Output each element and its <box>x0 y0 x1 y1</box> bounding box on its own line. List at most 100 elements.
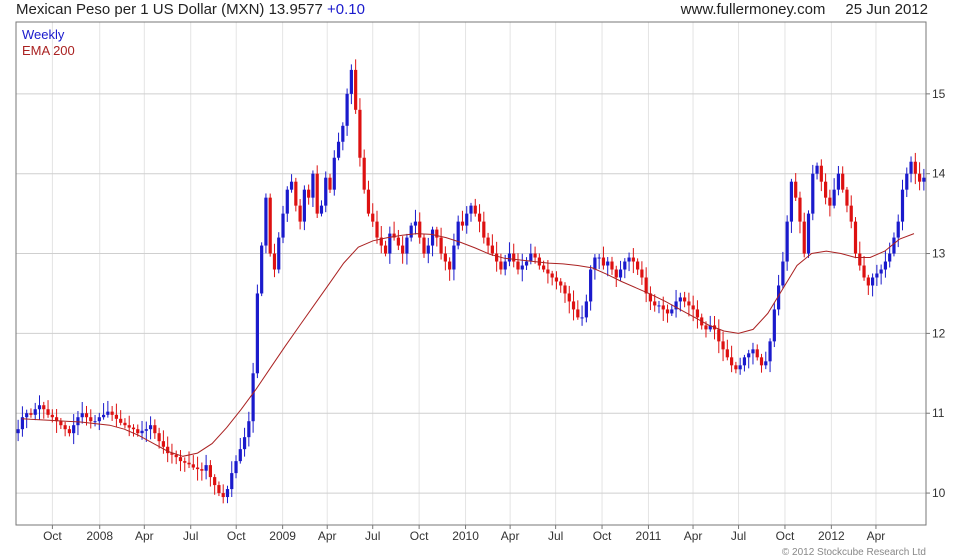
candle-body <box>721 341 725 350</box>
candle-body <box>768 341 772 362</box>
candle-body <box>260 245 264 294</box>
candle-body <box>178 457 183 462</box>
candle-body <box>405 237 409 254</box>
candle-body <box>401 245 405 254</box>
candle-body <box>490 245 494 254</box>
candle-body <box>46 409 50 415</box>
x-tick-label: Oct <box>776 529 795 543</box>
candle-body <box>341 125 345 142</box>
candle-body <box>230 473 234 490</box>
plot-frame <box>15 21 927 526</box>
candle-body <box>627 257 631 262</box>
candle-body <box>383 245 388 254</box>
candle-body <box>657 305 661 307</box>
candle-body <box>225 489 230 498</box>
candle-body <box>418 221 422 238</box>
candle-body <box>110 411 114 415</box>
candle-body <box>563 285 567 294</box>
candle-body <box>443 253 447 262</box>
candle-body <box>725 349 729 358</box>
candle-body <box>277 237 281 270</box>
candle-body <box>900 189 905 222</box>
candle-body <box>742 357 747 366</box>
candle-body <box>131 427 136 430</box>
candle-body <box>875 273 879 278</box>
candle-body <box>336 141 341 158</box>
candle-body <box>542 265 546 270</box>
candle-body <box>183 461 187 463</box>
candle-body <box>576 309 580 318</box>
x-tick-label: 2008 <box>86 529 113 543</box>
x-tick-label: 2012 <box>818 529 845 543</box>
candle-body <box>362 157 366 190</box>
candle-body <box>302 189 306 222</box>
candle-body <box>512 253 516 262</box>
candle-body <box>580 317 584 319</box>
candle-body <box>717 329 721 342</box>
x-tick-label: Oct <box>43 529 62 543</box>
candle-body <box>25 413 29 418</box>
x-tick-label: Oct <box>593 529 612 543</box>
x-tick-label: 2009 <box>269 529 296 543</box>
candle-body <box>670 309 674 314</box>
candle-body <box>644 277 648 294</box>
candle-body <box>516 261 520 270</box>
candle-body <box>678 297 682 302</box>
candle-body <box>529 253 533 262</box>
candle-body <box>892 237 896 254</box>
y-tick-label: 13 <box>932 247 946 261</box>
candle-body <box>482 221 486 238</box>
candle-body <box>905 173 909 190</box>
candle-body <box>452 245 456 270</box>
candle-body <box>255 293 259 374</box>
candle-body <box>691 305 695 310</box>
x-tick-label: 2011 <box>636 529 662 543</box>
candle-body <box>858 253 862 266</box>
candle-body <box>72 425 76 434</box>
candle-body <box>751 349 755 354</box>
candle-body <box>802 221 806 254</box>
candle-body <box>315 173 319 214</box>
x-tick-label: Oct <box>410 529 429 543</box>
candle-body <box>191 464 195 468</box>
candle-body <box>559 281 563 286</box>
candle-body <box>836 173 841 190</box>
candle-body <box>59 421 63 426</box>
x-tick-label: Apr <box>135 529 154 543</box>
candle-body <box>93 421 97 423</box>
candle-body <box>704 325 708 330</box>
candle-body <box>328 177 332 190</box>
candle-body <box>144 429 148 431</box>
candle-body <box>524 261 529 266</box>
candle-body <box>208 465 212 478</box>
candle-body <box>853 221 858 254</box>
candle-body <box>289 181 294 190</box>
candle-body <box>426 245 430 254</box>
candle-body <box>63 425 67 430</box>
candle-body <box>477 213 482 222</box>
candle-body <box>845 189 849 206</box>
candle-body <box>67 429 72 434</box>
candle-body <box>661 305 665 310</box>
candle-body <box>29 413 33 415</box>
x-tick-label: Jul <box>548 529 563 543</box>
candle-body <box>883 261 888 270</box>
candle-body <box>97 417 101 422</box>
candle-body <box>486 237 490 246</box>
candle-body <box>251 373 255 422</box>
candle-body <box>281 213 285 238</box>
candle-body <box>618 269 623 278</box>
candle-body <box>636 261 640 270</box>
candle-body <box>354 69 358 110</box>
candle-body <box>781 261 785 286</box>
x-tick-label: Jul <box>365 529 380 543</box>
candle-body <box>888 253 892 262</box>
candle-body <box>324 177 328 206</box>
candle-body <box>272 253 277 270</box>
candle-body <box>584 301 588 318</box>
candle-body <box>738 365 742 370</box>
candle-body <box>623 261 627 270</box>
candle-body <box>174 454 178 458</box>
candle-body <box>264 197 268 246</box>
candle-body <box>448 261 452 270</box>
